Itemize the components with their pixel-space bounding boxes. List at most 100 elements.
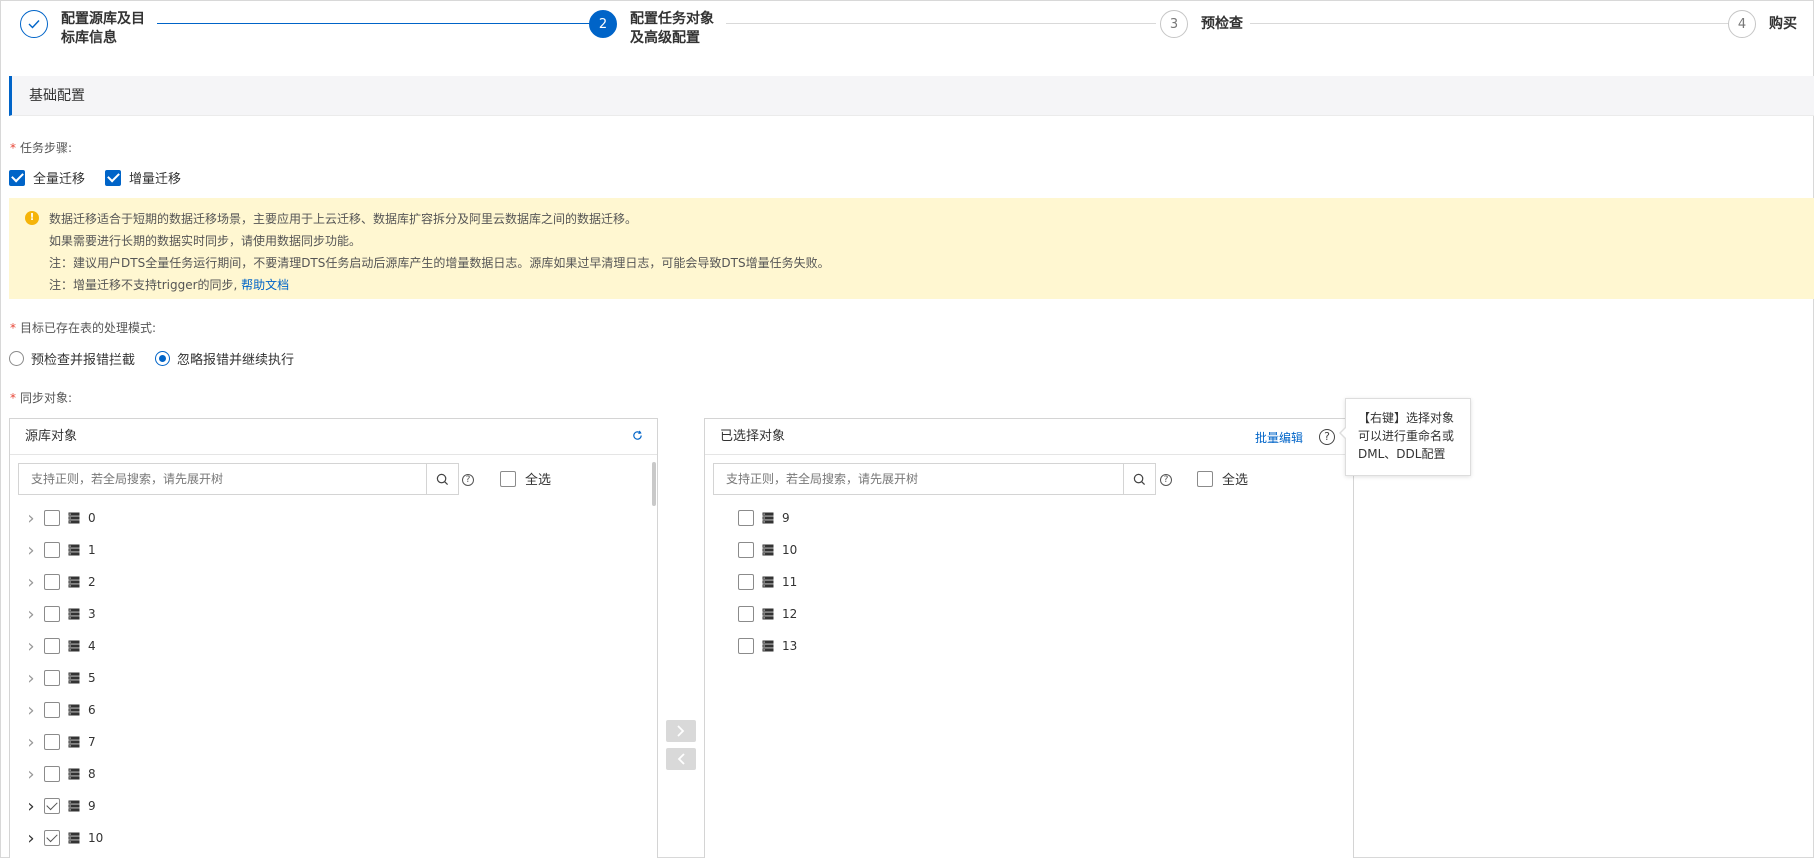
database-icon bbox=[762, 544, 774, 556]
checkbox-checked-icon[interactable] bbox=[44, 798, 60, 814]
list-item[interactable]: 9 bbox=[738, 508, 790, 528]
checkbox-checked-icon[interactable] bbox=[44, 830, 60, 846]
step-3-number: 3 bbox=[1160, 10, 1188, 38]
scrollbar-thumb[interactable] bbox=[652, 462, 656, 506]
checkbox-icon[interactable] bbox=[738, 542, 754, 558]
step-connector-2 bbox=[726, 23, 1156, 24]
notice-line-1: 数据迁移适合于短期的数据迁移场景，主要应用于上云迁移、数据库扩容拆分及阿里云数据… bbox=[49, 212, 638, 226]
tooltip: 【右键】选择对象可以进行重命名或DML、DDL配置 bbox=[1339, 398, 1471, 476]
step-4[interactable]: 4 购买 bbox=[1728, 10, 1797, 38]
checkbox-icon[interactable] bbox=[738, 510, 754, 526]
database-icon bbox=[68, 640, 80, 652]
checkbox-icon[interactable] bbox=[44, 766, 60, 782]
list-item[interactable]: › 1 bbox=[24, 540, 95, 561]
database-icon bbox=[762, 576, 774, 588]
search-icon[interactable] bbox=[1123, 464, 1155, 494]
chevron-right-icon[interactable]: › bbox=[24, 540, 38, 561]
chevron-right-icon[interactable]: › bbox=[24, 700, 38, 721]
task-steps-label: * 任务步骤: bbox=[10, 141, 73, 155]
list-item-label: 0 bbox=[88, 511, 96, 525]
checkbox-icon[interactable] bbox=[44, 702, 60, 718]
list-item-label: 13 bbox=[782, 639, 798, 653]
chevron-right-icon[interactable]: › bbox=[24, 668, 38, 689]
full-migration-checkbox[interactable]: 全量迁移 bbox=[9, 168, 85, 187]
checkbox-checked-icon bbox=[105, 169, 122, 186]
chevron-right-icon[interactable]: › bbox=[24, 636, 38, 657]
target-panel-title: 已选择对象 bbox=[720, 429, 786, 444]
notice-line-4: 注：增量迁移不支持trigger的同步, 帮助文档 bbox=[49, 278, 290, 292]
list-item[interactable]: › 3 bbox=[24, 604, 95, 625]
chevron-right-icon[interactable]: › bbox=[24, 572, 38, 593]
checkbox-icon[interactable] bbox=[44, 670, 60, 686]
list-item[interactable]: 11 bbox=[738, 572, 797, 592]
radio-icon bbox=[9, 351, 24, 366]
chevron-right-icon[interactable]: › bbox=[24, 828, 38, 849]
move-right-button[interactable] bbox=[666, 720, 696, 742]
target-select-all[interactable]: 全选 bbox=[1197, 469, 1248, 488]
database-icon bbox=[68, 768, 80, 780]
checkbox-icon[interactable] bbox=[738, 606, 754, 622]
section-basic-config: 基础配置 bbox=[9, 76, 1814, 116]
incremental-migration-checkbox[interactable]: 增量迁移 bbox=[105, 168, 181, 187]
step-3[interactable]: 3 预检查 bbox=[1160, 10, 1243, 38]
checkbox-icon[interactable] bbox=[44, 638, 60, 654]
conflict-mode-options: 预检查并报错拦截 忽略报错并继续执行 bbox=[9, 349, 294, 368]
chevron-left-icon bbox=[677, 753, 685, 765]
source-search-input[interactable] bbox=[19, 464, 426, 494]
list-item[interactable]: 13 bbox=[738, 636, 797, 656]
database-icon bbox=[68, 576, 80, 588]
list-item[interactable]: › 4 bbox=[24, 636, 95, 657]
notice-line-2: 如果需要进行长期的数据实时同步，请使用数据同步功能。 bbox=[49, 234, 362, 248]
refresh-icon[interactable] bbox=[632, 420, 643, 456]
target-search-box bbox=[713, 463, 1156, 495]
step-2-label: 配置任务对象 及高级配置 bbox=[630, 11, 714, 46]
conflict-mode-label: * 目标已存在表的处理模式: bbox=[10, 321, 157, 335]
list-item[interactable]: 12 bbox=[738, 604, 797, 624]
list-item[interactable]: › 5 bbox=[24, 668, 95, 689]
checkbox-icon[interactable] bbox=[44, 734, 60, 750]
batch-edit-link[interactable]: 批量编辑 bbox=[1255, 420, 1303, 456]
step-4-number: 4 bbox=[1728, 10, 1756, 38]
list-item[interactable]: › 9 bbox=[24, 796, 96, 817]
source-select-all[interactable]: 全选 bbox=[500, 469, 551, 488]
notice-banner: ! 数据迁移适合于短期的数据迁移场景，主要应用于上云迁移、数据库扩容拆分及阿里云… bbox=[9, 198, 1814, 299]
chevron-right-icon[interactable]: › bbox=[24, 796, 38, 817]
checkbox-icon[interactable] bbox=[44, 510, 60, 526]
list-item[interactable]: › 7 bbox=[24, 732, 95, 753]
target-search-input[interactable] bbox=[714, 464, 1123, 494]
list-item[interactable]: › 10 bbox=[24, 828, 103, 849]
chevron-right-icon[interactable]: › bbox=[24, 764, 38, 785]
source-objects-panel: 源库对象 ? 全选 ›0›1›2›3›4›5›6›7›8›9›10 bbox=[9, 418, 658, 858]
list-item[interactable]: › 8 bbox=[24, 764, 95, 785]
help-icon[interactable]: ? bbox=[1160, 474, 1172, 486]
question-icon[interactable]: ? bbox=[1319, 429, 1335, 445]
checkbox-icon[interactable] bbox=[44, 606, 60, 622]
database-icon bbox=[68, 608, 80, 620]
chevron-right-icon[interactable]: › bbox=[24, 604, 38, 625]
list-item[interactable]: 10 bbox=[738, 540, 797, 560]
move-left-button[interactable] bbox=[666, 748, 696, 770]
ignore-continue-radio[interactable]: 忽略报错并继续执行 bbox=[155, 349, 294, 368]
step-2[interactable]: 2 配置任务对象 及高级配置 bbox=[589, 10, 714, 48]
list-item[interactable]: › 2 bbox=[24, 572, 95, 593]
help-doc-link[interactable]: 帮助文档 bbox=[241, 278, 289, 292]
step-connector-3 bbox=[1250, 23, 1730, 24]
chevron-right-icon[interactable]: › bbox=[24, 508, 38, 529]
help-icon[interactable]: ? bbox=[462, 474, 474, 486]
precheck-block-radio[interactable]: 预检查并报错拦截 bbox=[9, 349, 135, 368]
checkbox-icon[interactable] bbox=[44, 574, 60, 590]
database-icon bbox=[68, 704, 80, 716]
chevron-right-icon[interactable]: › bbox=[24, 732, 38, 753]
list-item[interactable]: › 6 bbox=[24, 700, 95, 721]
search-icon[interactable] bbox=[426, 464, 458, 494]
checkbox-icon[interactable] bbox=[738, 638, 754, 654]
selected-objects-panel: 已选择对象 批量编辑 ? ? 全选 9 10 11 12 13 bbox=[704, 418, 1354, 858]
list-item-label: 11 bbox=[782, 575, 798, 589]
list-item[interactable]: › 0 bbox=[24, 508, 96, 529]
step-1[interactable]: 配置源库及目 标库信息 bbox=[20, 10, 145, 48]
list-item-label: 9 bbox=[88, 799, 96, 813]
checkbox-icon[interactable] bbox=[44, 542, 60, 558]
step-3-label: 预检查 bbox=[1201, 16, 1243, 32]
sync-objects-label: * 同步对象: bbox=[10, 391, 73, 405]
checkbox-icon[interactable] bbox=[738, 574, 754, 590]
